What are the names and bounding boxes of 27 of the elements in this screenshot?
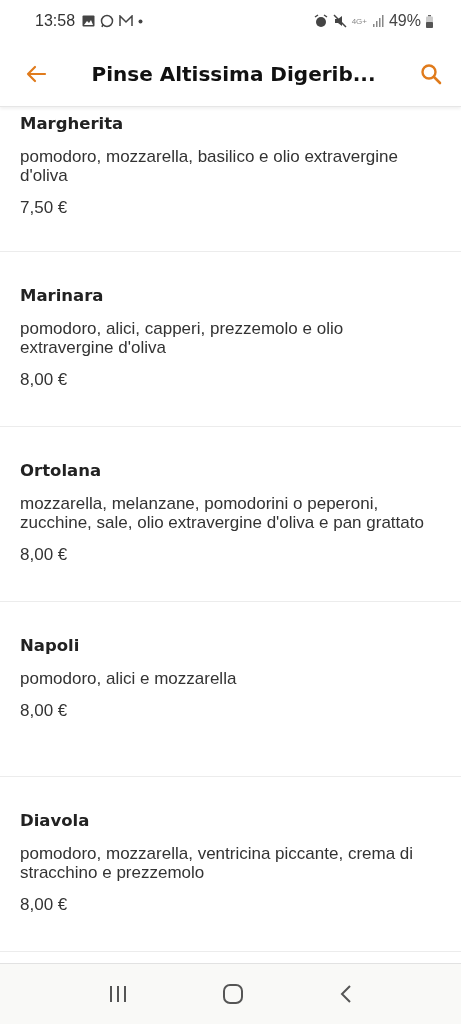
dish-description: pomodoro, alici e mozzarella	[20, 669, 238, 688]
battery-percent: 49%	[388, 12, 421, 30]
dish-price: 8,00 €	[20, 370, 69, 390]
network-label: 4G+	[351, 16, 367, 26]
battery-icon	[426, 14, 433, 28]
alarm-icon	[313, 14, 328, 28]
dish-price: 8,00 €	[20, 701, 69, 721]
dish-name: Ortolana	[20, 460, 103, 482]
status-time: 13:58	[35, 12, 76, 30]
dish-price: 7,50 €	[20, 198, 69, 218]
dot-icon	[138, 18, 144, 24]
dish-description: mozzarella, melanzane, pomodorini o peperoni, zucchine, sale, olio extravergine d'oliva e pan grattato	[20, 494, 425, 532]
dish-name: Diavola	[20, 810, 91, 832]
dish-name: Marinara	[20, 285, 105, 307]
gallery-icon	[82, 15, 96, 27]
dish-description: pomodoro, mozzarella, ventricina piccante, crema di stracchino e prezzemolo	[20, 844, 415, 882]
mute-icon	[332, 14, 347, 28]
dish-name: Napoli	[20, 635, 81, 657]
chat-icon	[100, 14, 115, 28]
page-title: Pinse Altissima Digerib...	[91, 62, 376, 86]
signal-icon	[371, 15, 384, 27]
dish-price: 8,00 €	[20, 545, 69, 565]
dish-price: 8,00 €	[20, 895, 69, 915]
dish-name: Margherita	[20, 113, 125, 135]
dish-description: pomodoro, alici, capperi, prezzemolo e olio extravergine d'oliva	[20, 319, 345, 357]
mail-icon	[119, 15, 134, 27]
dish-description: pomodoro, mozzarella, basilico e olio extravergine d'oliva	[20, 147, 399, 185]
